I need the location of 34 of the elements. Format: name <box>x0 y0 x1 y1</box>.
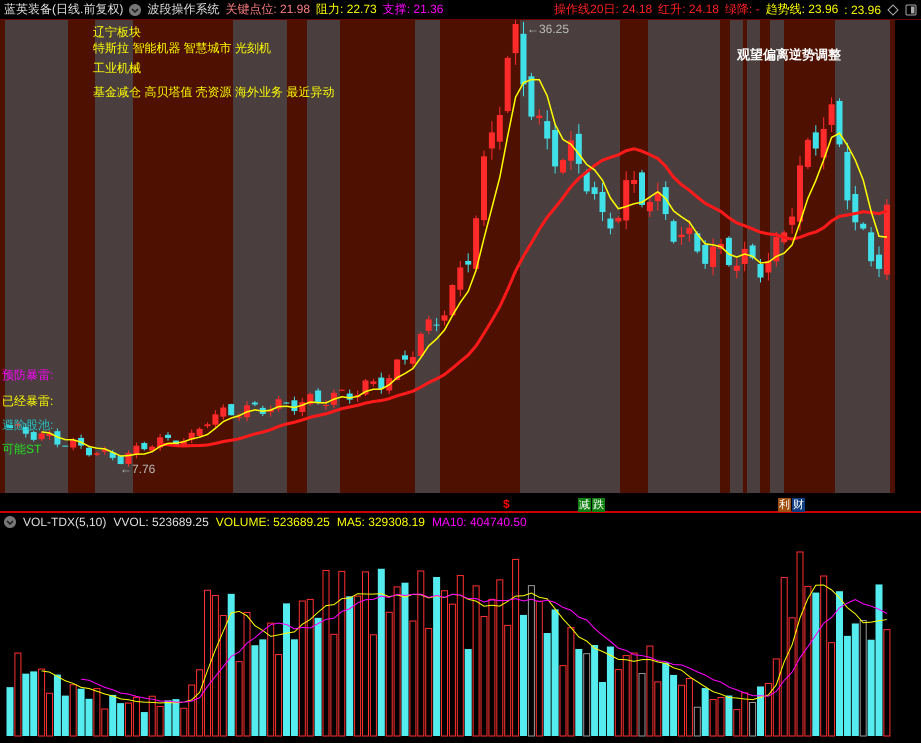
side-label: 预防暴雷: <box>2 367 54 384</box>
sector-note: 基金减仓 高贝塔值 壳资源 海外业务 最近异动 <box>93 84 334 101</box>
indicator-reading: 操作线20日: 24.18 <box>554 1 652 18</box>
diamond-icon[interactable] <box>887 4 899 16</box>
side-label: 可能ST <box>2 441 42 458</box>
indicator-reading: 阻力: 22.73 <box>316 1 377 18</box>
dropdown-icon[interactable] <box>4 516 16 528</box>
indicator-reading: 绿降: - <box>724 1 760 18</box>
high-price-label: ←36.25 <box>527 22 570 36</box>
event-marker[interactable]: 减 <box>578 498 591 512</box>
system-name: 波段操作系统 <box>147 1 220 18</box>
indicator-reading: 趋势线: 23.96 <box>766 1 838 18</box>
indicator-reading: 支撑: 21.36 <box>382 1 444 18</box>
indicator-title: VOL-TDX(5,10) <box>23 515 106 529</box>
signal-text: 观望偏离逆势调整 <box>737 46 841 64</box>
event-marker[interactable]: 利 <box>778 498 791 512</box>
indicator-reading: VOLUME: 523689.25 <box>216 515 330 529</box>
dropdown-icon[interactable] <box>129 4 142 16</box>
indicator-reading: MA10: 404740.50 <box>432 515 527 529</box>
indicator-reading: : 23.96 <box>844 2 881 16</box>
indicator-reading: 红升: 24.18 <box>658 1 719 18</box>
event-marker[interactable]: $ <box>503 497 510 511</box>
side-label: 已经暴雷: <box>2 393 54 410</box>
low-price-label: ←7.76 <box>120 462 156 476</box>
stock-title: 蓝英装备(日线.前复权) <box>4 1 124 18</box>
sector-note: 特斯拉 智能机器 智慧城市 光刻机 <box>93 40 272 57</box>
panel-icon[interactable] <box>905 4 917 16</box>
sector-note: 辽宁板块 <box>93 24 141 41</box>
indicator-reading: MA5: 329308.19 <box>336 515 425 529</box>
event-marker[interactable]: 财 <box>792 498 805 512</box>
indicator-reading: 关键点位: 21.98 <box>225 1 310 18</box>
indicator-reading: VVOL: 523689.25 <box>113 515 209 529</box>
sector-note: 工业机械 <box>93 60 141 77</box>
event-marker[interactable]: 跌 <box>592 498 605 512</box>
